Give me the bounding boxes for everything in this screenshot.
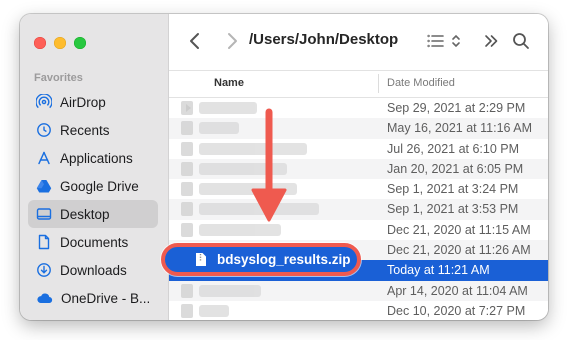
list-view-icon[interactable] bbox=[427, 33, 465, 49]
date-modified-column-header[interactable]: Date Modified bbox=[387, 77, 455, 89]
airdrop-icon bbox=[36, 94, 52, 109]
sidebar: Favorites AirDrop Recents Applications G… bbox=[20, 14, 169, 320]
sidebar-item-label: Downloads bbox=[60, 262, 127, 278]
file-rows: Sep 29, 2021 at 2:29 PM May 16, 2021 at … bbox=[169, 98, 548, 320]
sidebar-item-label: Desktop bbox=[60, 206, 110, 222]
date-cell: Jan 20, 2021 at 6:05 PM bbox=[387, 161, 524, 176]
table-row[interactable]: Sep 29, 2021 at 2:29 PM bbox=[169, 98, 548, 118]
sidebar-item-recents[interactable]: Recents bbox=[28, 116, 158, 144]
sidebar-item-label: Applications bbox=[60, 150, 133, 166]
search-icon[interactable] bbox=[512, 32, 530, 50]
sidebar-item-desktop[interactable]: Desktop bbox=[28, 200, 158, 228]
path-title: /Users/John/Desktop bbox=[249, 31, 399, 48]
cloud-icon bbox=[37, 293, 53, 304]
sidebar-item-google-drive[interactable]: Google Drive bbox=[28, 172, 158, 200]
table-row[interactable]: Dec 10, 2020 at 7:27 PM bbox=[169, 301, 548, 320]
date-cell: Dec 21, 2020 at 11:15 AM bbox=[387, 222, 531, 237]
sidebar-item-label: OneDrive - B... bbox=[61, 290, 151, 306]
toolbar: /Users/John/Desktop bbox=[169, 14, 548, 71]
date-cell: Dec 10, 2020 at 7:27 PM bbox=[387, 303, 526, 318]
sidebar-item-airdrop[interactable]: AirDrop bbox=[28, 88, 158, 116]
minimize-window-button[interactable] bbox=[54, 37, 66, 49]
window-controls bbox=[34, 37, 86, 49]
date-cell: Dec 21, 2020 at 11:26 AM bbox=[387, 243, 531, 258]
document-icon bbox=[38, 234, 50, 250]
date-cell: Apr 14, 2020 at 11:04 AM bbox=[387, 283, 528, 298]
date-cell: Today at 11:21 AM bbox=[387, 263, 490, 278]
date-cell: Sep 1, 2021 at 3:53 PM bbox=[387, 202, 519, 217]
blurred-file-name bbox=[181, 303, 229, 318]
zip-file-icon bbox=[196, 253, 206, 266]
table-row[interactable]: May 16, 2021 at 11:16 AM bbox=[169, 118, 548, 139]
date-cell: Sep 1, 2021 at 3:24 PM bbox=[387, 182, 519, 197]
forward-arrow-icon[interactable] bbox=[226, 32, 238, 50]
table-row[interactable]: Sep 1, 2021 at 3:53 PM bbox=[169, 199, 548, 220]
sidebar-list: AirDrop Recents Applications Google Driv… bbox=[28, 88, 158, 312]
selected-file-name: bdsyslog_results.zip bbox=[217, 252, 351, 267]
google-drive-icon bbox=[36, 180, 52, 193]
desktop-icon bbox=[36, 208, 52, 220]
sidebar-item-documents[interactable]: Documents bbox=[28, 228, 158, 256]
favorites-section-label: Favorites bbox=[34, 72, 83, 84]
column-header: Name Date Modified bbox=[169, 71, 548, 98]
sidebar-item-label: Google Drive bbox=[60, 178, 139, 194]
back-arrow-icon[interactable] bbox=[189, 32, 201, 50]
table-row[interactable]: Jan 20, 2021 at 6:05 PM bbox=[169, 158, 548, 180]
sidebar-item-label: Documents bbox=[60, 234, 129, 250]
table-row[interactable]: Dec 21, 2020 at 11:15 AM bbox=[169, 220, 548, 240]
date-cell: Sep 29, 2021 at 2:29 PM bbox=[387, 101, 526, 115]
annotation-arrow-icon bbox=[251, 108, 287, 222]
date-cell: Jul 26, 2021 at 6:10 PM bbox=[387, 141, 520, 156]
applications-icon bbox=[38, 151, 50, 165]
chevron-double-right-icon[interactable] bbox=[483, 33, 499, 49]
table-row[interactable]: Jul 26, 2021 at 6:10 PM bbox=[169, 139, 548, 159]
sidebar-item-downloads[interactable]: Downloads bbox=[28, 256, 158, 284]
sidebar-item-label: AirDrop bbox=[60, 94, 106, 110]
close-window-button[interactable] bbox=[34, 37, 46, 49]
date-cell: May 16, 2021 at 11:16 AM bbox=[387, 121, 533, 136]
sidebar-item-label: Recents bbox=[60, 122, 110, 138]
blurred-file-name bbox=[181, 283, 261, 298]
sidebar-item-onedrive[interactable]: OneDrive - B... bbox=[28, 284, 158, 312]
zoom-window-button[interactable] bbox=[74, 37, 86, 49]
clock-icon bbox=[37, 123, 51, 137]
sidebar-item-applications[interactable]: Applications bbox=[28, 144, 158, 172]
table-row[interactable]: Apr 14, 2020 at 11:04 AM bbox=[169, 280, 548, 301]
column-divider[interactable] bbox=[378, 74, 379, 93]
table-row[interactable]: Sep 1, 2021 at 3:24 PM bbox=[169, 179, 548, 199]
highlighted-file-row[interactable]: bdsyslog_results.zip bbox=[161, 243, 361, 276]
file-list-pane: Name Date Modified Sep 29, 2021 at 2:29 … bbox=[169, 71, 548, 320]
downloads-icon bbox=[37, 263, 51, 277]
blurred-file-name bbox=[181, 121, 239, 136]
name-column-header[interactable]: Name bbox=[214, 77, 244, 89]
